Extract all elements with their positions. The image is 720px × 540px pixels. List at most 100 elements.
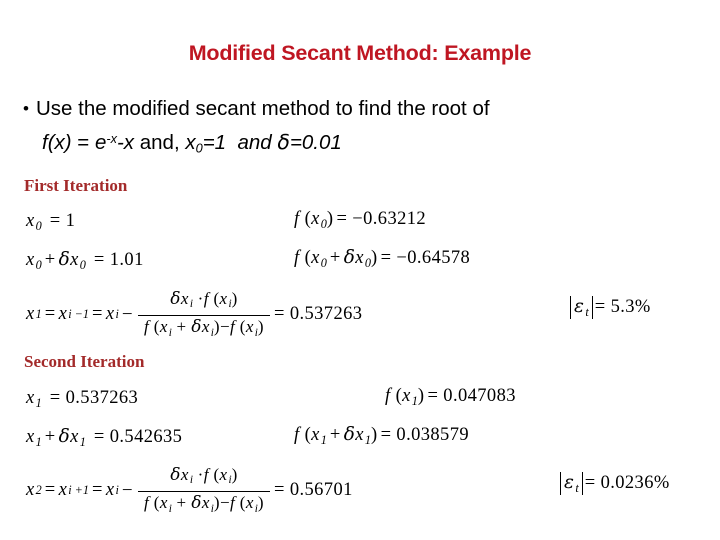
num-function-symbol: f xyxy=(203,465,209,484)
paren-close: ) xyxy=(257,493,264,513)
x2-result-value: = 0.56701 xyxy=(273,480,353,501)
bullet-text: Use the modified secant method to find t… xyxy=(36,94,708,164)
x-variable: x xyxy=(26,211,35,231)
and-text: and xyxy=(237,131,272,155)
paren-close: ) xyxy=(257,317,264,337)
x1-plus-delta-value: = 0.542635 xyxy=(93,427,183,447)
delta-symbol: δ xyxy=(191,493,202,514)
x0-value: = 1 xyxy=(49,211,76,231)
section-heading-second-iteration: Second Iteration xyxy=(24,352,145,371)
paren-close: ) xyxy=(231,289,238,308)
slide-canvas: Modified Secant Method: Example • Use th… xyxy=(0,0,720,540)
delta-symbol: δ xyxy=(170,289,181,309)
den-plus-sign: + xyxy=(176,493,187,513)
x-subscript: 1 xyxy=(35,434,42,449)
and-comma-text: and, xyxy=(134,131,186,155)
section-heading-first-iteration: First Iteration xyxy=(24,176,128,195)
function-symbol: f xyxy=(294,209,300,229)
lhs-x-subscript: 1 xyxy=(35,307,42,322)
plus-sign: + xyxy=(44,250,56,270)
absolute-value-bars: εt xyxy=(560,472,583,495)
x-variable-2: x xyxy=(70,250,79,270)
equation-x0-plus-delta: x0 + δx0 = 1.01 xyxy=(26,249,147,273)
error-second-iteration: εt = 0.0236% xyxy=(560,472,670,495)
delta-value: =0.01 xyxy=(289,131,342,155)
den-minus-sign: − xyxy=(219,317,230,337)
equals-1: = xyxy=(44,480,56,501)
x-subscript: 0 xyxy=(195,140,203,156)
num-function-symbol: f xyxy=(203,289,209,308)
den-function-symbol-2: f xyxy=(229,317,236,337)
exp-base: e xyxy=(94,131,107,155)
equation-x0: x0 = 1 xyxy=(26,211,78,234)
delta-symbol: δ xyxy=(170,465,181,485)
arg-subscript: 1 xyxy=(411,393,418,408)
paren-close: ) xyxy=(371,425,378,445)
equals-2: = xyxy=(91,304,103,325)
absolute-value-bars: εt xyxy=(570,296,593,319)
lhs-x-subscript: 2 xyxy=(35,483,42,498)
page-title: Modified Secant Method: Example xyxy=(188,41,532,65)
lhs-x-variable: x xyxy=(26,480,35,501)
exp-power: -x xyxy=(106,131,117,146)
den-variable-1: x xyxy=(159,317,168,337)
bullet-item: • Use the modified secant method to find… xyxy=(16,94,708,164)
den-subscript-1: i xyxy=(168,326,172,339)
den-function-symbol-1: f xyxy=(143,317,150,337)
lhs2-x-variable: x xyxy=(58,304,68,325)
bullet-marker: • xyxy=(23,99,29,118)
delta-symbol: δ xyxy=(343,424,356,445)
fraction-numerator: δxi ·f (xi) xyxy=(164,465,243,491)
lhs2-x-variable: x xyxy=(58,480,68,501)
lhs-x-variable: x xyxy=(26,304,35,325)
minus-sign: − xyxy=(121,479,133,501)
den-variable-1: x xyxy=(159,493,168,513)
delta-symbol: δ xyxy=(58,426,71,447)
den-variable-3: x xyxy=(245,493,254,513)
den-plus-sign: + xyxy=(176,317,187,337)
fx1-value: = 0.047083 xyxy=(427,386,516,406)
epsilon-symbol: ε xyxy=(574,296,585,317)
lhs2-x-subscript: i −1 xyxy=(68,307,89,322)
error-value: = 0.0236% xyxy=(584,473,670,493)
den-variable-3: x xyxy=(245,317,254,337)
bullet-block: • Use the modified secant method to find… xyxy=(16,94,708,164)
equation-x2-secant-formula: x2 = xi +1 = xi − δxi ·f (xi) f (xi + δx… xyxy=(26,464,353,518)
equation-x1-plus-delta: x1 + δx1 = 0.542635 xyxy=(26,426,185,450)
arg-subscript-2: 1 xyxy=(364,432,371,447)
x1-result-value: = 0.537263 xyxy=(273,304,363,325)
bullet-line-2: f(x) = e-x-x and, x0=1 and δ=0.01 xyxy=(36,124,708,164)
den-function-symbol-2: f xyxy=(229,493,236,513)
arg-subscript: 1 xyxy=(320,432,327,447)
x-subscript-2: 0 xyxy=(79,257,86,272)
epsilon-subscript: t xyxy=(575,480,579,495)
x-var: x xyxy=(185,131,196,155)
x-variable-2: x xyxy=(70,427,79,447)
fraction-numerator: δxi ·f (xi) xyxy=(164,289,243,315)
equation-fx1-plus-delta: f (x1 + δx1) = 0.038579 xyxy=(294,424,472,448)
arg-subscript: 0 xyxy=(320,255,327,270)
function-symbol: f xyxy=(294,248,300,268)
equation-fx1: f (x1) = 0.047083 xyxy=(385,386,519,409)
equation-fx0: f (x0) = −0.63212 xyxy=(294,209,429,232)
function-fx: f(x) xyxy=(42,131,72,155)
fx1-plus-delta-value: = 0.038579 xyxy=(380,425,469,445)
arg-variable: x xyxy=(311,248,320,268)
x-variable: x xyxy=(26,427,35,447)
equation-fx0-plus-delta: f (x0 + δx0) = −0.64578 xyxy=(294,247,473,271)
equation-x1: x1 = 0.537263 xyxy=(26,388,141,411)
x-initial-value: =1 xyxy=(202,131,227,155)
x-variable: x xyxy=(26,388,35,408)
plus-sign: + xyxy=(329,425,341,445)
lhs2-x-subscript: i +1 xyxy=(68,483,89,498)
arg-variable: x xyxy=(311,425,320,445)
num-x-subscript: i xyxy=(189,474,193,487)
den-subscript-1: i xyxy=(168,502,172,515)
fx0-value: = −0.63212 xyxy=(336,209,427,229)
x-subscript: 0 xyxy=(35,218,42,233)
delta-symbol: δ xyxy=(58,249,71,270)
fraction-denominator: f (xi + δxi)−f (xi) xyxy=(137,315,270,342)
x-subscript: 1 xyxy=(35,395,42,410)
plus-sign: + xyxy=(44,427,56,447)
x-variable: x xyxy=(26,250,35,270)
